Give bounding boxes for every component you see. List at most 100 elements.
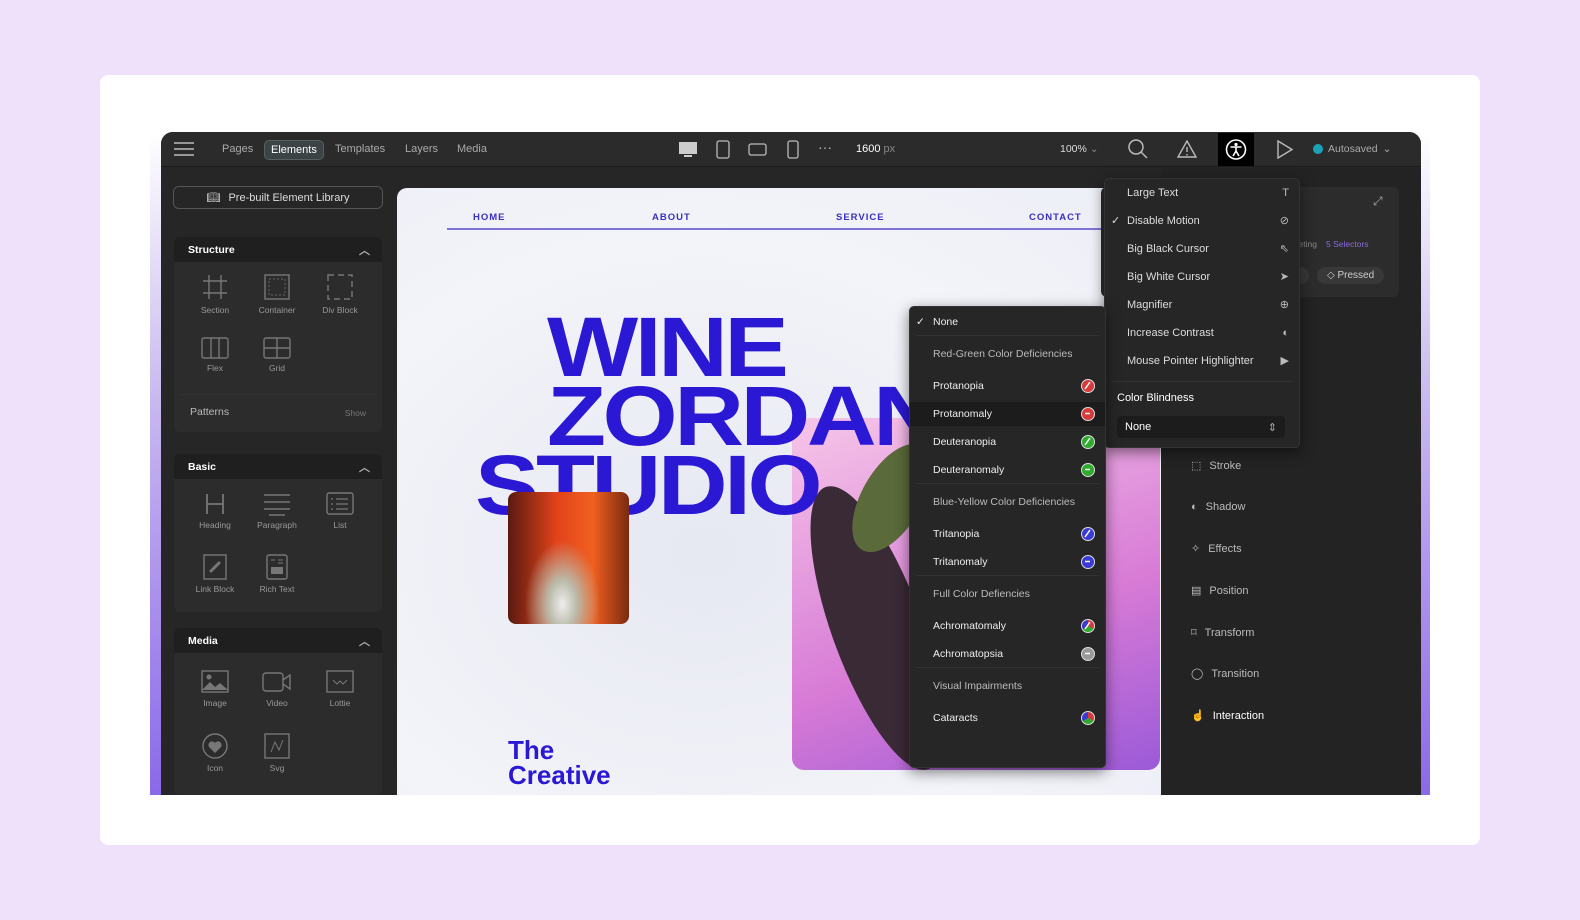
element-grid[interactable]: Grid xyxy=(247,337,307,373)
autosave-status[interactable]: Autosaved ⌄ xyxy=(1313,143,1391,155)
shadow-icon: ◐ xyxy=(1191,501,1198,513)
selectors-dropdown[interactable]: 5 Selectors xyxy=(1326,239,1369,249)
zoom-select[interactable]: 100% ⌄ xyxy=(1060,143,1099,155)
tab-pages[interactable]: Pages xyxy=(216,140,259,158)
status-label: Autosaved xyxy=(1328,143,1378,155)
accessibility-item[interactable]: ✓ Disable Motion ⊘ xyxy=(1105,209,1299,233)
option-label: Red-Green Color Deficiencies xyxy=(933,348,1073,360)
prop-shadow[interactable]: ◐ Shadow xyxy=(1191,501,1245,513)
nav-service[interactable]: SERVICE xyxy=(836,212,885,223)
item-label: Increase Contrast xyxy=(1127,327,1214,339)
section-header[interactable]: Media ︿ xyxy=(174,628,382,653)
prebuilt-library-button[interactable]: 📖︎ Pre-built Element Library xyxy=(173,186,383,209)
accessibility-button[interactable] xyxy=(1218,133,1254,166)
color-blindness-select[interactable]: None ⇕ xyxy=(1117,416,1285,438)
element-icon[interactable]: Icon xyxy=(185,733,245,773)
warning-icon[interactable] xyxy=(1176,139,1198,163)
color-blindness-option[interactable]: Protanomaly xyxy=(910,402,1105,426)
color-blindness-option[interactable]: Achromatopsia xyxy=(910,642,1105,666)
menu-icon[interactable] xyxy=(173,141,195,162)
nav-underline xyxy=(447,228,1107,230)
more-icon[interactable]: ··· xyxy=(818,139,832,155)
chevron-up-icon[interactable]: ︿ xyxy=(359,242,370,258)
search-icon[interactable] xyxy=(1128,139,1148,164)
select-value: None xyxy=(1125,421,1152,433)
prop-transform[interactable]: ⌑ Transform xyxy=(1191,626,1254,640)
element-flex[interactable]: Flex xyxy=(185,337,245,373)
list-icon xyxy=(326,492,354,515)
nav-home[interactable]: HOME xyxy=(473,212,506,223)
mobile-icon[interactable] xyxy=(787,140,799,164)
color-blindness-option[interactable]: Tritanomaly xyxy=(910,550,1105,574)
accessibility-item[interactable]: Big Black Cursor ⇖ xyxy=(1105,237,1299,261)
element-link-block[interactable]: Link Block xyxy=(185,554,245,594)
section-icon xyxy=(203,275,227,299)
nav-about[interactable]: ABOUT xyxy=(652,212,691,223)
accessibility-icon xyxy=(1225,139,1247,160)
desktop-icon[interactable] xyxy=(678,141,698,164)
divider xyxy=(916,335,1099,336)
tab-layers[interactable]: Layers xyxy=(399,140,444,158)
width-value: 1600 xyxy=(856,143,881,155)
stroke-icon: ⬚ xyxy=(1191,460,1202,472)
nav-contact[interactable]: CONTACT xyxy=(1029,212,1082,223)
color-blindness-option[interactable]: Cataracts xyxy=(910,706,1105,730)
color-blindness-option[interactable]: Tritanopia xyxy=(910,522,1105,546)
accessibility-item[interactable]: Increase Contrast ◐ xyxy=(1105,321,1299,345)
canvas-width[interactable]: 1600 px xyxy=(856,143,895,155)
color-swatch-icon xyxy=(1081,407,1095,421)
element-section[interactable]: Section xyxy=(185,273,245,315)
tab-media[interactable]: Media xyxy=(451,140,493,158)
prop-effects[interactable]: ✧ Effects xyxy=(1191,542,1242,556)
accessibility-item[interactable]: Large Text T xyxy=(1105,181,1299,205)
option-label: Deuteranomaly xyxy=(933,464,1005,476)
color-blindness-option[interactable]: Protanopia xyxy=(910,374,1105,398)
element-heading[interactable]: Heading xyxy=(185,492,245,530)
color-blindness-option[interactable]: Achromatomaly xyxy=(910,614,1105,638)
element-paragraph[interactable]: Paragraph xyxy=(247,492,307,530)
chevron-up-icon[interactable]: ︿ xyxy=(359,459,370,475)
motion-off-icon: ⊘ xyxy=(1279,215,1289,227)
svg-icon xyxy=(264,733,290,759)
prop-transition[interactable]: ◯ Transition xyxy=(1191,667,1259,681)
element-image[interactable]: Image xyxy=(185,670,245,708)
prop-position[interactable]: ▤ Position xyxy=(1191,584,1249,598)
accessibility-item[interactable]: Mouse Pointer Highlighter ▶ xyxy=(1105,349,1299,373)
section-header[interactable]: Basic ︿ xyxy=(174,454,382,479)
prop-interaction[interactable]: ☝ Interaction xyxy=(1191,709,1264,723)
element-svg[interactable]: Svg xyxy=(247,733,307,773)
tablet-icon[interactable] xyxy=(716,140,730,164)
group-header: Red-Green Color Deficiencies xyxy=(910,342,1105,366)
status-dot-icon xyxy=(1313,144,1323,154)
element-div-block[interactable]: Div Block xyxy=(310,273,370,315)
chevron-up-icon[interactable]: ︿ xyxy=(359,633,370,649)
element-container[interactable]: Container xyxy=(247,273,307,315)
element-video[interactable]: Video xyxy=(247,670,307,708)
tab-templates[interactable]: Templates xyxy=(329,140,391,158)
element-rich-text[interactable]: Rich Text xyxy=(247,554,307,594)
expand-icon[interactable]: ⤢ xyxy=(1373,194,1383,209)
accessibility-item[interactable]: Magnifier ⊕ xyxy=(1105,293,1299,317)
state-chip-pressed[interactable]: ◇ Pressed xyxy=(1317,267,1385,284)
section-title: Media xyxy=(188,635,218,647)
tablet-landscape-icon[interactable] xyxy=(748,143,767,161)
color-swatch-icon xyxy=(1081,379,1095,393)
element-list[interactable]: List xyxy=(310,492,370,530)
color-blindness-option[interactable]: Deuteranopia xyxy=(910,430,1105,454)
play-icon[interactable] xyxy=(1276,139,1294,164)
patterns-show-link[interactable]: Show xyxy=(345,408,366,418)
prop-stroke[interactable]: ⬚ Stroke xyxy=(1191,459,1241,473)
tab-elements[interactable]: Elements xyxy=(264,140,324,160)
item-label: Big Black Cursor xyxy=(1127,243,1209,255)
item-label: Magnifier xyxy=(1127,299,1173,311)
color-blindness-option[interactable]: Deuteranomaly xyxy=(910,458,1105,482)
position-icon: ▤ xyxy=(1191,585,1202,597)
color-blindness-option[interactable]: ✓ None xyxy=(910,310,1105,334)
divider xyxy=(180,394,376,395)
accessibility-item[interactable]: Big White Cursor ➤ xyxy=(1105,265,1299,289)
contrast-icon: ◐ xyxy=(1282,327,1289,339)
check-icon: ✓ xyxy=(1111,215,1121,227)
link-block-icon xyxy=(203,554,227,580)
section-header[interactable]: Structure ︿ xyxy=(174,237,382,262)
element-lottie[interactable]: Lottie xyxy=(310,670,370,708)
